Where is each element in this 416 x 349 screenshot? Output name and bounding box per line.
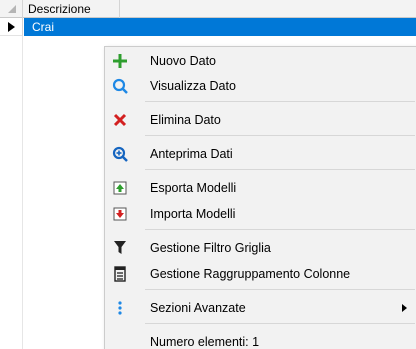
- filter-icon: [111, 239, 129, 257]
- grid-header: Descrizione: [0, 0, 416, 18]
- menu-item-label: Esporta Modelli: [150, 181, 237, 195]
- menu-item-numero-elementi: Numero elementi: 1: [105, 330, 416, 349]
- more-vertical-icon: [111, 299, 129, 317]
- export-icon: [111, 179, 129, 197]
- context-menu: Nuovo Dato Visualizza Dato Elimina Dato …: [104, 46, 416, 349]
- import-icon: [111, 205, 129, 223]
- corner-triangle-icon: [8, 5, 16, 13]
- element-count-label: Numero elementi: 1: [150, 335, 260, 349]
- menu-item-nuovo-dato[interactable]: Nuovo Dato: [105, 49, 416, 73]
- menu-item-anteprima-dati[interactable]: Anteprima Dati: [105, 142, 416, 166]
- magnifier-icon: [111, 77, 129, 95]
- menu-item-label: Visualizza Dato: [150, 79, 236, 93]
- menu-separator: [145, 229, 415, 230]
- table-row[interactable]: Crai: [0, 18, 416, 36]
- menu-separator: [145, 135, 415, 136]
- menu-separator: [145, 323, 415, 324]
- menu-item-elimina-dato[interactable]: Elimina Dato: [105, 108, 416, 132]
- menu-separator: [145, 101, 415, 102]
- zoom-in-icon: [111, 145, 129, 163]
- group-columns-icon: [111, 265, 129, 283]
- row-indicator-column: [0, 36, 23, 349]
- menu-item-label: Sezioni Avanzate: [150, 301, 246, 315]
- grid-corner-cell[interactable]: [0, 0, 23, 18]
- delete-x-icon: [111, 111, 129, 129]
- menu-separator: [145, 289, 415, 290]
- row-indicator[interactable]: [0, 18, 23, 36]
- submenu-arrow-icon: [402, 304, 407, 312]
- menu-item-esporta-modelli[interactable]: Esporta Modelli: [105, 176, 416, 200]
- current-row-arrow-icon: [8, 22, 15, 32]
- menu-item-label: Importa Modelli: [150, 207, 236, 221]
- menu-item-label: Gestione Raggruppamento Colonne: [150, 267, 351, 281]
- menu-item-gestione-filtro-griglia[interactable]: Gestione Filtro Griglia: [105, 236, 416, 260]
- menu-item-label: Elimina Dato: [150, 113, 221, 127]
- menu-item-importa-modelli[interactable]: Importa Modelli: [105, 202, 416, 226]
- menu-item-label: Anteprima Dati: [150, 147, 233, 161]
- cell-descrizione[interactable]: Crai: [24, 18, 416, 36]
- menu-item-sezioni-avanzate[interactable]: Sezioni Avanzate: [105, 296, 416, 320]
- menu-item-gestione-raggruppamento-colonne[interactable]: Gestione Raggruppamento Colonne: [105, 262, 416, 286]
- column-header-descrizione[interactable]: Descrizione: [24, 0, 120, 18]
- menu-item-visualizza-dato[interactable]: Visualizza Dato: [105, 74, 416, 98]
- menu-separator: [145, 169, 415, 170]
- menu-item-label: Nuovo Dato: [150, 54, 217, 68]
- menu-item-label: Gestione Filtro Griglia: [150, 241, 271, 255]
- plus-icon: [111, 52, 129, 70]
